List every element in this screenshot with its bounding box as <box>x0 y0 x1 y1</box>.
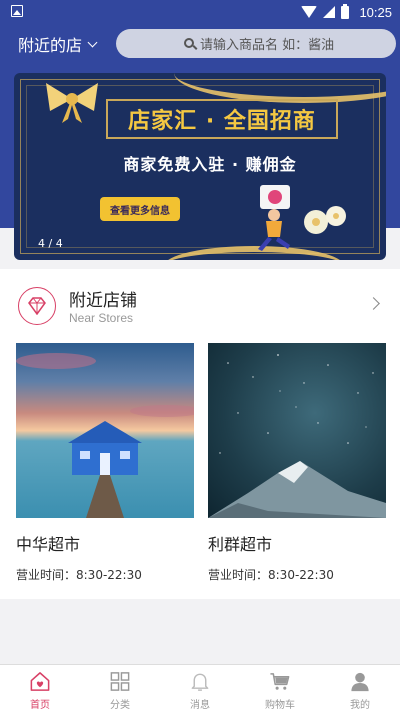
store-card[interactable]: 利群超市 营业时间：8:30-22:30 <box>208 343 386 583</box>
store-hours: 营业时间：8:30-22:30 <box>16 568 142 582</box>
top-header: 附近的店 请输入商品名 如：酱油 <box>0 24 400 64</box>
promo-banner[interactable]: 店家汇 · 全国招商 商家免费入驻 · 赚佣金 查看更多信息 4 / 4 <box>14 73 386 260</box>
bow-icon <box>46 83 98 123</box>
tab-label: 消息 <box>190 700 210 711</box>
cart-icon <box>270 673 290 690</box>
status-time: 10:25 <box>359 4 392 20</box>
tab-label: 首页 <box>30 700 50 711</box>
bell-icon <box>191 673 209 691</box>
running-person-illustration <box>258 185 290 251</box>
chevron-right-icon <box>367 297 380 310</box>
user-icon <box>351 672 369 692</box>
search-bar[interactable]: 请输入商品名 如：酱油 <box>116 29 396 58</box>
banner-subtitle: 商家免费入驻 · 赚佣金 <box>123 155 297 174</box>
location-selector[interactable]: 附近的店 <box>18 32 98 56</box>
chevron-down-icon <box>87 37 98 47</box>
battery-icon <box>341 3 350 19</box>
tab-label: 我的 <box>350 700 370 711</box>
store-photo <box>208 343 386 518</box>
status-bar: 10:25 <box>0 0 400 24</box>
tab-messages[interactable]: 消息 <box>160 665 240 711</box>
tab-label: 分类 <box>110 700 130 711</box>
bottom-tab-bar: 首页 分类 消息 购物车 我的 <box>0 664 400 711</box>
section-title: 附近店铺 <box>69 291 137 311</box>
store-hours: 营业时间：8:30-22:30 <box>208 568 334 582</box>
signal-icon <box>323 6 336 18</box>
gallery-notification-icon <box>11 5 23 17</box>
nearby-stores-section: 附近店铺 Near Stores 中华超市 营业时间：8:30-22:30 利群… <box>0 269 400 599</box>
nearby-stores-header[interactable]: 附近店铺 Near Stores <box>0 269 400 341</box>
store-name: 利群超市 <box>208 535 273 554</box>
view-more-button[interactable]: 查看更多信息 <box>100 197 180 221</box>
banner-title: 店家汇 · 全国招商 <box>128 109 316 134</box>
store-card[interactable]: 中华超市 营业时间：8:30-22:30 <box>16 343 194 583</box>
diamond-icon <box>18 287 56 325</box>
home-icon <box>30 672 50 691</box>
search-icon <box>184 38 194 48</box>
store-photo <box>16 343 194 518</box>
store-name: 中华超市 <box>16 535 81 554</box>
search-placeholder: 请输入商品名 如：酱油 <box>200 38 335 53</box>
grid-icon <box>110 672 130 691</box>
tab-profile[interactable]: 我的 <box>320 665 400 711</box>
tab-home[interactable]: 首页 <box>0 665 80 711</box>
flower-decoration <box>304 206 346 234</box>
banner-page-indicator: 4 / 4 <box>38 237 63 250</box>
section-subtitle: Near Stores <box>69 311 134 325</box>
wifi-icon <box>301 6 318 18</box>
tab-cart[interactable]: 购物车 <box>240 665 320 711</box>
tab-category[interactable]: 分类 <box>80 665 160 711</box>
location-label: 附近的店 <box>18 36 83 55</box>
tab-label: 购物车 <box>265 700 295 711</box>
